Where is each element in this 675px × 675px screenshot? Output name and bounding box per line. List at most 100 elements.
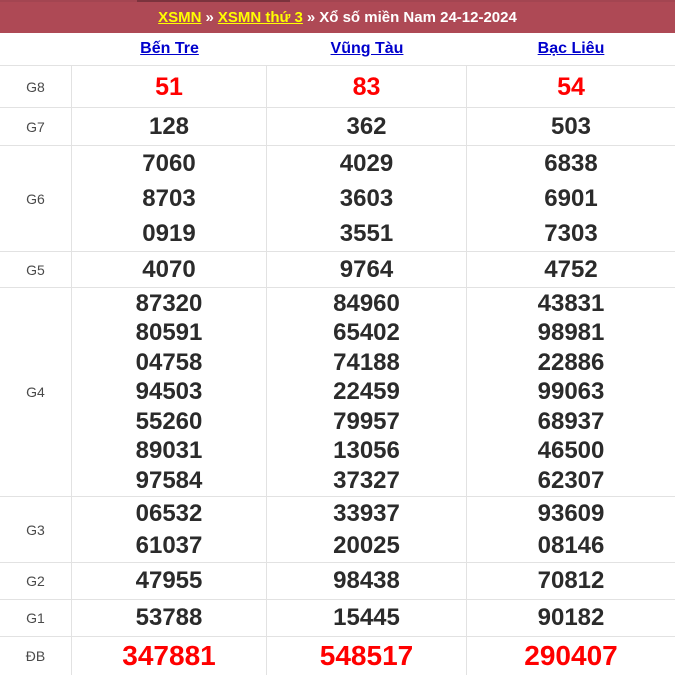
breadcrumb-separator: »: [306, 8, 316, 26]
prize-cell: 06532 61037: [72, 497, 267, 562]
province-link-ben-tre[interactable]: Bến Tre: [140, 40, 199, 57]
prize-label: G5: [0, 252, 72, 287]
breadcrumb-link-xsmn-day[interactable]: XSMN thứ 3: [218, 9, 303, 26]
breadcrumb: XSMN» XSMN thứ 3» Xổ số miền Nam 24-12-202…: [158, 9, 517, 26]
prize-cell: 4070: [72, 252, 267, 287]
prize-cell: 70812: [467, 563, 675, 599]
prize-number: 87320: [135, 289, 203, 317]
prize-number: 3603: [339, 185, 394, 212]
prize-number: 61037: [135, 531, 203, 559]
prize-cell: 51: [72, 66, 267, 107]
prize-number: 99063: [537, 378, 605, 406]
table-row-g6: G6 7060 8703 0919 4029 3603 3551 6838 69…: [0, 146, 675, 252]
prize-cell: 54: [467, 66, 675, 107]
prize-cell: 9764: [267, 252, 467, 287]
prize-number: 13056: [333, 437, 400, 465]
prize-number: 503: [550, 112, 592, 140]
topbar-edge-segment: [137, 0, 290, 2]
prize-label: G3: [0, 497, 72, 562]
prize-number: 347881: [122, 640, 216, 671]
prize-number: 7303: [544, 220, 598, 247]
prize-cell: 90182: [467, 600, 675, 636]
table-row-g8: G8 51 83 54: [0, 66, 675, 108]
prize-cell: 15445: [267, 600, 467, 636]
prize-cell: 98438: [267, 563, 467, 599]
prize-cell: 290407: [467, 637, 675, 675]
prize-cell: 362: [267, 108, 467, 145]
table-row-db: ĐB 347881 548517 290407: [0, 637, 675, 675]
prize-number: 4029: [339, 150, 394, 177]
prize-number: 62307: [537, 466, 605, 494]
prize-number: 37327: [333, 466, 400, 494]
prize-number: 7060: [142, 150, 196, 177]
column-header-vung-tau: Vũng Tàu: [267, 40, 467, 58]
province-link-bac-lieu[interactable]: Bạc Liêu: [538, 40, 605, 57]
prize-number: 94503: [135, 378, 203, 406]
prize-number: 22886: [537, 348, 605, 376]
prize-label: G2: [0, 563, 72, 599]
table-row-g2: G2 47955 98438 70812: [0, 563, 675, 600]
prize-cell: 84960 65402 74188 22459 79957 13056 3732…: [267, 288, 467, 496]
prize-number: 47955: [135, 567, 203, 594]
prize-number: 22459: [333, 378, 400, 406]
prize-number: 128: [148, 112, 190, 140]
prize-cell: 4029 3603 3551: [267, 146, 467, 251]
prize-number: 98981: [537, 319, 605, 347]
prize-label: G4: [0, 288, 72, 496]
prize-number: 9764: [339, 255, 394, 283]
prize-cell: 33937 20025: [267, 497, 467, 562]
topbar-edge: [0, 0, 675, 2]
breadcrumb-link-xsmn[interactable]: XSMN: [158, 9, 201, 26]
prize-cell: 347881: [72, 637, 267, 675]
column-header-ben-tre: Bến Tre: [72, 40, 267, 58]
prize-number: 43831: [537, 289, 605, 317]
prize-number: 33937: [333, 499, 400, 527]
prize-number: 98438: [333, 567, 400, 594]
page-title: Xổ số miền Nam 24-12-2024: [319, 8, 517, 26]
prize-number: 3551: [339, 220, 394, 247]
prize-cell: 53788: [72, 600, 267, 636]
table-row-g3: G3 06532 61037 33937 20025 93609 08146: [0, 497, 675, 563]
table-row-g4: G4 87320 80591 04758 94503 55260 89031 9…: [0, 288, 675, 497]
prize-number: 46500: [537, 437, 605, 465]
prize-number: 84960: [333, 289, 400, 317]
prize-number: 06532: [135, 499, 203, 527]
prize-number: 74188: [333, 348, 400, 376]
prize-number: 80591: [135, 319, 203, 347]
prize-cell: 43831 98981 22886 99063 68937 46500 6230…: [467, 288, 675, 496]
prize-number: 362: [346, 112, 387, 140]
prize-number: 93609: [537, 499, 605, 527]
prize-number: 89031: [135, 437, 203, 465]
prize-label: G8: [0, 66, 72, 107]
prize-number: 15445: [333, 604, 400, 631]
breadcrumb-separator: »: [205, 8, 214, 26]
prize-label: ĐB: [0, 637, 72, 675]
column-header-bac-lieu: Bạc Liêu: [467, 40, 675, 58]
prize-number: 4070: [142, 255, 196, 283]
breadcrumb-bar: XSMN» XSMN thứ 3» Xổ số miền Nam 24-12-202…: [0, 0, 675, 33]
prize-number: 290407: [524, 640, 618, 671]
prize-number: 6838: [544, 150, 598, 177]
prize-label: G6: [0, 146, 72, 251]
prize-cell: 548517: [267, 637, 467, 675]
prize-cell: 4752: [467, 252, 675, 287]
prize-number: 6901: [544, 185, 598, 212]
table-row-g1: G1 53788 15445 90182: [0, 600, 675, 637]
prize-number: 90182: [537, 604, 605, 631]
prize-number: 53788: [135, 604, 203, 631]
prize-label: G7: [0, 108, 72, 145]
prize-number: 08146: [537, 531, 605, 559]
prize-number: 79957: [333, 407, 400, 435]
prize-number: 83: [352, 72, 381, 101]
province-link-vung-tau[interactable]: Vũng Tàu: [331, 40, 404, 57]
prize-number: 68937: [537, 407, 605, 435]
prize-number: 70812: [537, 567, 605, 594]
prize-cell: 6838 6901 7303: [467, 146, 675, 251]
prize-number: 65402: [333, 319, 400, 347]
table-row-g7: G7 128 362 503: [0, 108, 675, 146]
prize-cell: 83: [267, 66, 467, 107]
prize-number: 54: [557, 72, 585, 101]
prize-number: 8703: [142, 185, 196, 212]
prize-number: 20025: [333, 531, 400, 559]
prize-number: 04758: [135, 348, 203, 376]
